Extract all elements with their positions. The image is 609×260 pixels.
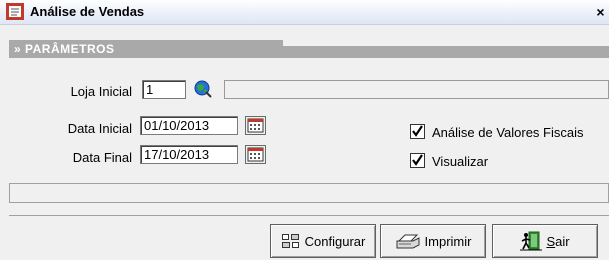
imprimir-label: Imprimir <box>424 233 472 249</box>
visualizar-label[interactable]: Visualizar <box>432 154 488 169</box>
data-final-field[interactable]: 17/10/2013 <box>140 145 238 164</box>
window-title: Análise de Vendas <box>30 4 145 19</box>
calendar-icon[interactable] <box>245 116 266 135</box>
loja-nome-field <box>224 80 609 99</box>
imprimir-button[interactable]: Imprimir <box>380 224 486 258</box>
progress-bar <box>9 183 609 203</box>
configure-icon <box>281 234 299 248</box>
footer-divider <box>9 215 609 216</box>
loja-inicial-label: Loja Inicial <box>70 84 132 99</box>
visualizar-checkbox[interactable] <box>410 153 425 168</box>
sair-label: Sair <box>546 234 569 249</box>
sair-label-rest: air <box>555 233 570 249</box>
configurar-label: Configurar <box>304 233 366 249</box>
data-inicial-field[interactable]: 01/10/2013 <box>140 116 238 135</box>
loja-inicial-field[interactable]: 1 <box>142 80 186 99</box>
data-final-label: Data Final <box>72 150 132 165</box>
analise-checkbox[interactable] <box>410 124 425 139</box>
sair-mnemonic: S <box>546 233 556 249</box>
printer-icon <box>396 234 420 249</box>
close-button[interactable]: × <box>592 5 609 21</box>
globe-search-icon[interactable] <box>194 80 212 98</box>
exit-door-icon <box>520 231 543 251</box>
section-header-notch <box>283 40 609 46</box>
configurar-button[interactable]: Configurar <box>270 224 376 258</box>
sair-button[interactable]: Sair <box>492 224 598 258</box>
report-app-icon <box>6 3 24 20</box>
section-title: » PARÂMETROS <box>14 42 115 56</box>
calendar-icon[interactable] <box>245 145 266 164</box>
data-inicial-label: Data Inicial <box>67 121 132 136</box>
title-bar: Análise de Vendas × <box>0 0 609 25</box>
analise-label[interactable]: Análise de Valores Fiscais <box>432 125 584 140</box>
